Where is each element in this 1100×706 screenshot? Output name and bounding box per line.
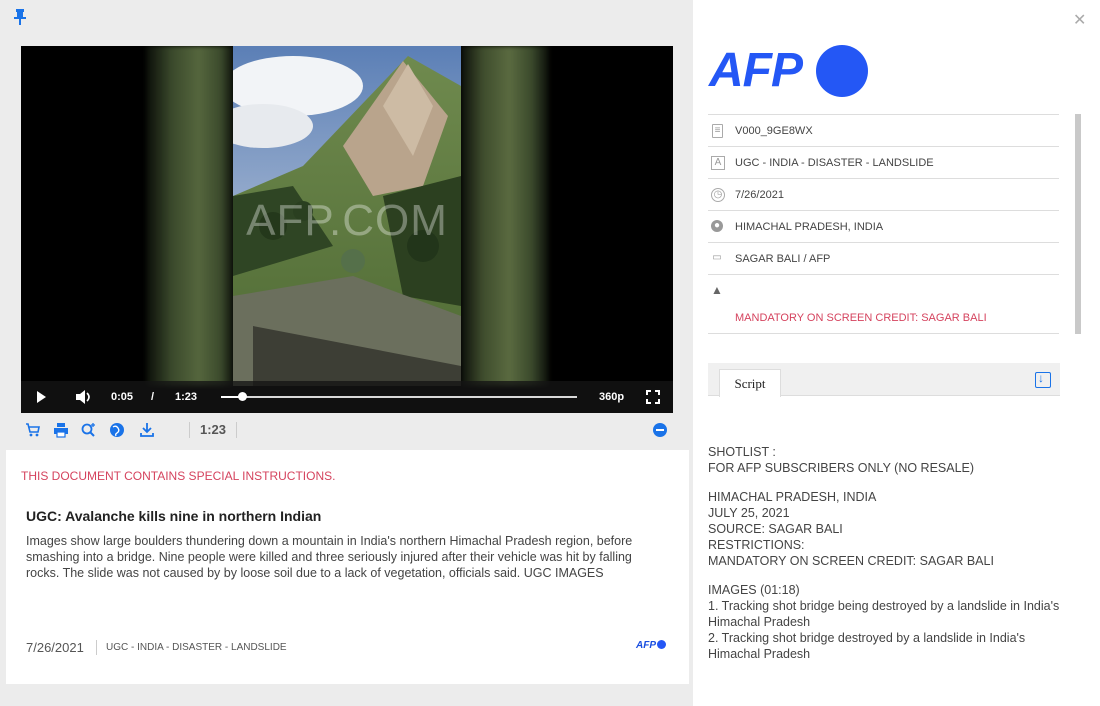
meta-id: ≡ V000_9GE8WX xyxy=(708,114,1059,147)
script-paragraph-1: SHOTLIST : FOR AFP SUBSCRIBERS ONLY (NO R… xyxy=(708,445,975,475)
details-panel: ✕ AFP ≡ V000_9GE8WX A UGC - INDIA - DISA… xyxy=(693,0,1100,706)
metadata-scrollbar[interactable] xyxy=(1075,114,1081,334)
globe-icon: ● xyxy=(711,220,723,232)
download-script-icon[interactable] xyxy=(1035,371,1051,388)
meta-credit: ▭ SAGAR BALI / AFP xyxy=(708,243,1059,275)
script-tabbar: Script xyxy=(708,363,1060,397)
video-watermark: AFP.COM xyxy=(246,196,448,245)
meta-divider xyxy=(96,640,97,655)
metadata-list: ≡ V000_9GE8WX A UGC - INDIA - DISASTER -… xyxy=(708,114,1059,334)
globe-icon[interactable] xyxy=(109,422,125,438)
volume-icon[interactable] xyxy=(75,389,93,405)
close-icon[interactable]: ✕ xyxy=(1073,10,1086,30)
document-icon: ≡ xyxy=(712,124,723,138)
warning-icon: ▲ xyxy=(711,283,723,297)
script-paragraph-2: HIMACHAL PRADESH, INDIA JULY 25, 2021 SOUR… xyxy=(708,490,994,568)
story-description: Images show large boulders thundering do… xyxy=(26,534,633,580)
media-toolbar: 1:23 xyxy=(21,420,673,442)
story-slug: UGC - INDIA - DISASTER - LANDSLIDE xyxy=(106,642,287,653)
toolbar-duration: 1:23 xyxy=(189,422,238,438)
meta-location: ● HIMACHAL PRADESH, INDIA xyxy=(708,211,1059,243)
script-paragraph-3: IMAGES (01:18) 1. Tracking shot bridge be… xyxy=(708,583,1060,661)
tab-script[interactable]: Script xyxy=(719,369,781,397)
special-instructions: THIS DOCUMENT CONTAINS SPECIAL INSTRUCTI… xyxy=(21,469,336,483)
pin-icon[interactable] xyxy=(12,8,28,26)
current-time: 0:05 xyxy=(111,391,134,403)
script-text: SHOTLIST : FOR AFP SUBSCRIBERS ONLY (NO R… xyxy=(708,444,1063,675)
total-duration: 1:23 xyxy=(175,391,198,403)
seek-handle[interactable] xyxy=(238,392,248,401)
camera-icon: ▭ xyxy=(712,252,722,263)
clock-icon: ◷ xyxy=(711,188,725,202)
seek-bar[interactable] xyxy=(221,392,577,401)
meta-slug: A UGC - INDIA - DISASTER - LANDSLIDE xyxy=(708,147,1059,179)
quality-selector[interactable]: 360p xyxy=(599,391,624,403)
print-icon[interactable] xyxy=(53,422,69,438)
story-card: THIS DOCUMENT CONTAINS SPECIAL INSTRUCTI… xyxy=(6,450,689,684)
play-icon[interactable] xyxy=(37,391,46,403)
fullscreen-icon[interactable] xyxy=(646,390,660,404)
video-controls: 0:05 / 1:23 360p xyxy=(21,381,673,413)
meta-date: ◷ 7/26/2021 xyxy=(708,179,1059,211)
left-pane: AFP.COM 0:05 / 1:23 360p 1:23 THIS DOCUM… xyxy=(0,0,693,706)
afp-small-logo: AFP xyxy=(636,640,666,651)
meta-restriction: ▲ MANDATORY ON SCREEN CREDIT: SAGAR BALI xyxy=(708,275,1059,334)
cart-icon[interactable] xyxy=(25,422,41,438)
video-player[interactable]: AFP.COM 0:05 / 1:23 360p xyxy=(21,46,673,413)
download-icon[interactable] xyxy=(139,422,155,438)
text-icon: A xyxy=(711,156,725,170)
time-separator: / xyxy=(151,391,155,403)
collapse-icon[interactable] xyxy=(653,423,667,437)
zoom-in-icon[interactable] xyxy=(81,422,97,438)
story-date: 7/26/2021 xyxy=(26,640,84,655)
story-title: UGC: Avalanche kills nine in northern In… xyxy=(26,508,322,524)
